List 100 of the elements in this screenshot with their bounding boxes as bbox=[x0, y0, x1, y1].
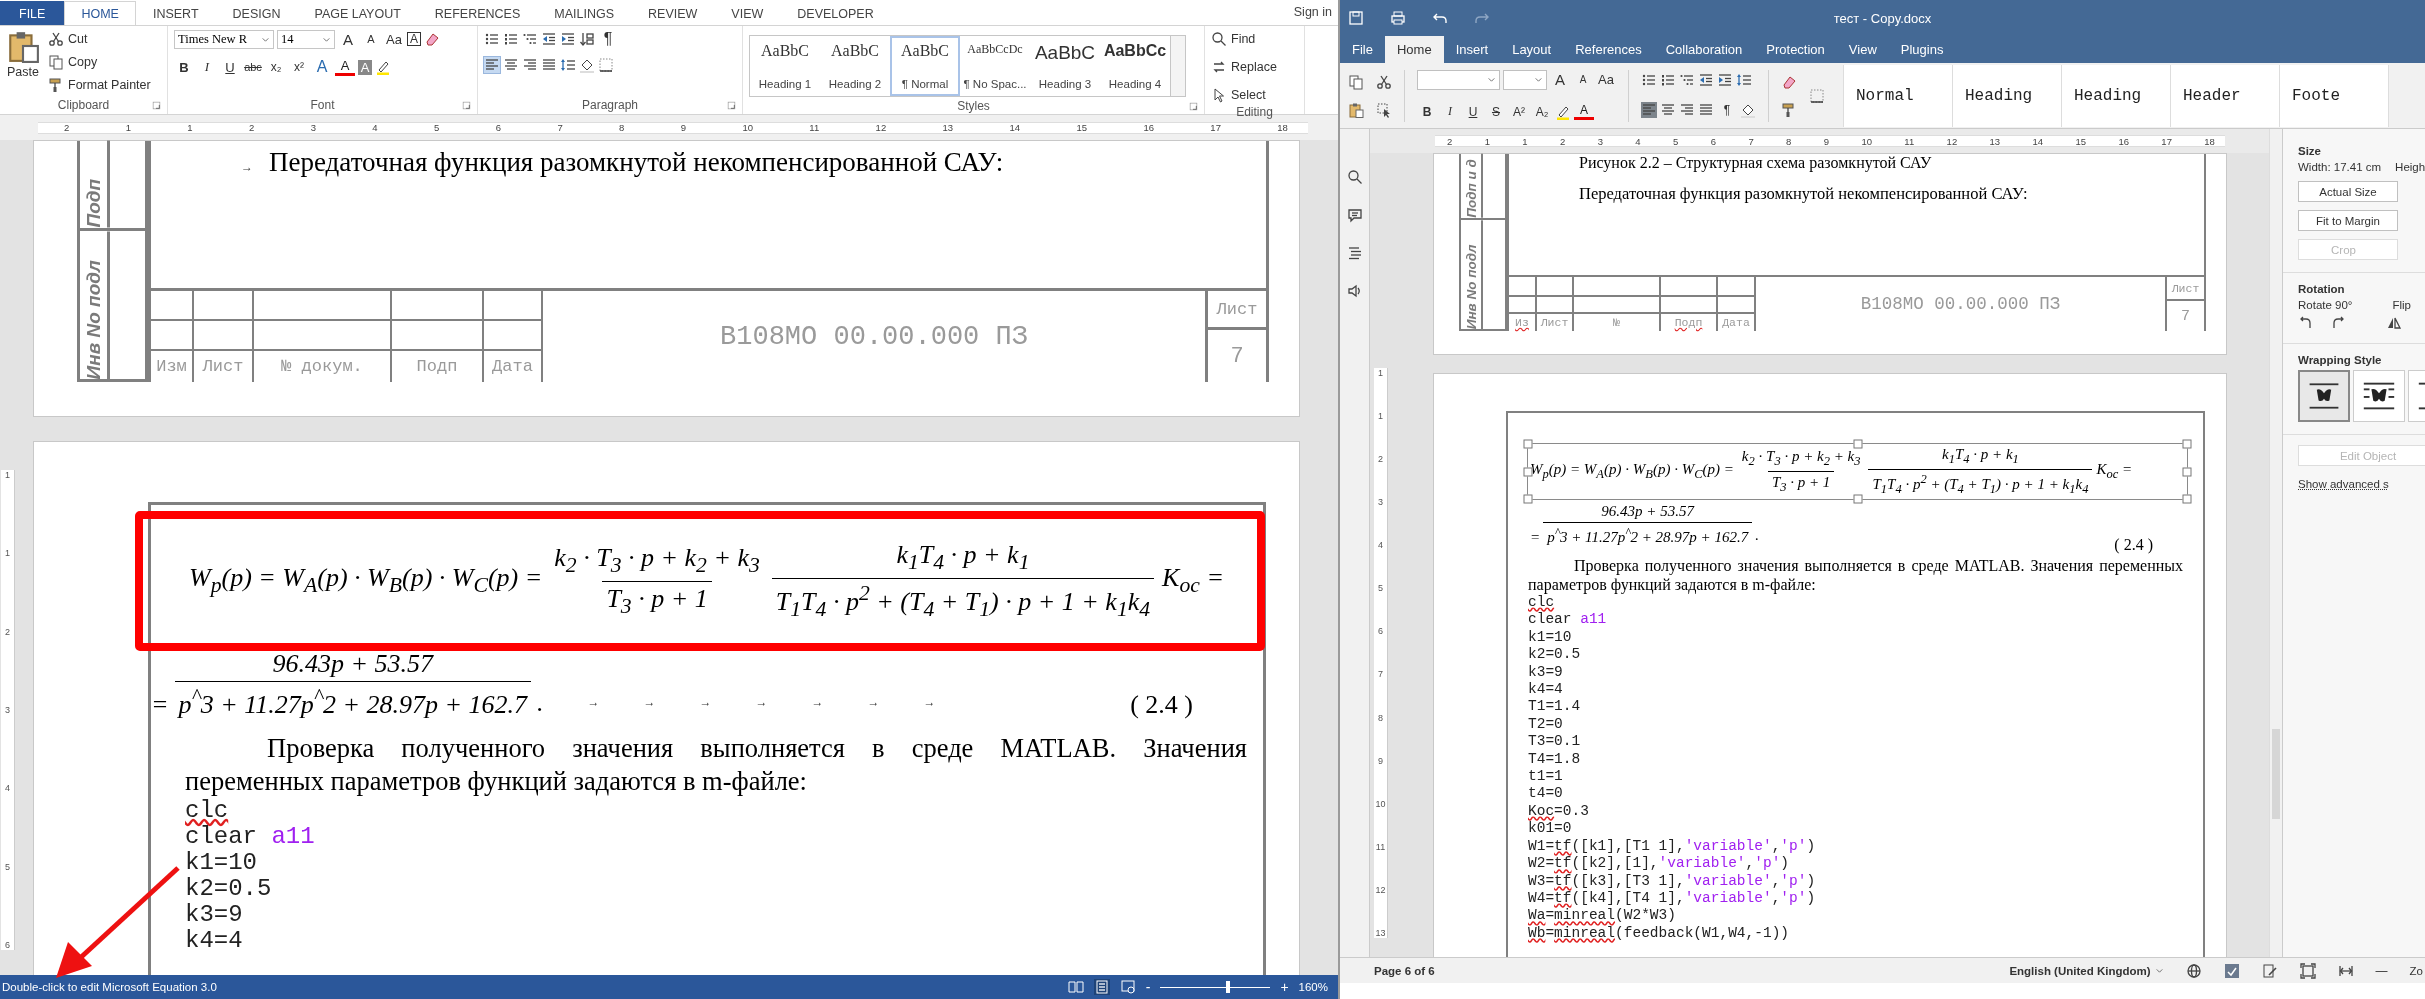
ribbon-tab[interactable]: DEVELOPER bbox=[780, 1, 891, 25]
style-item[interactable]: AaBbC Heading 1 bbox=[750, 36, 820, 96]
wrap-style-icon[interactable] bbox=[2353, 370, 2405, 422]
resize-handle[interactable] bbox=[1523, 494, 1533, 504]
paste-button[interactable]: Paste bbox=[6, 29, 40, 96]
wrap-style-icon[interactable] bbox=[2298, 370, 2350, 422]
shrink-font-button[interactable]: A bbox=[1573, 69, 1593, 90]
advanced-settings-link[interactable]: Show advanced s bbox=[2298, 478, 2425, 490]
font-color-button[interactable]: A bbox=[1574, 103, 1594, 120]
toolbar-tab[interactable]: File bbox=[1340, 36, 1385, 63]
align-left-icon[interactable] bbox=[484, 57, 500, 73]
track-changes-icon[interactable] bbox=[2261, 962, 2278, 979]
style-item[interactable]: AaBbC ¶ Normal bbox=[890, 36, 960, 96]
font-size-field[interactable] bbox=[1503, 69, 1547, 90]
rotate-left-icon[interactable] bbox=[2298, 315, 2314, 331]
highlighter-icon[interactable] bbox=[375, 59, 391, 75]
toolbar-tab[interactable]: Layout bbox=[1500, 36, 1564, 63]
toolbar-tab[interactable]: View bbox=[1836, 36, 1889, 63]
font-family-field[interactable] bbox=[1417, 69, 1500, 90]
toolbar-tab[interactable]: Protection bbox=[1754, 36, 1837, 63]
sort-icon[interactable] bbox=[579, 31, 595, 47]
character-border-button[interactable]: A bbox=[407, 32, 421, 46]
caret-icon[interactable] bbox=[1534, 75, 1543, 84]
show-formatting-button[interactable]: ¶ bbox=[598, 29, 618, 49]
comment-icon[interactable] bbox=[1346, 207, 1363, 223]
shrink-font-button[interactable]: A bbox=[361, 29, 381, 49]
strikethrough-button[interactable]: abc bbox=[243, 57, 263, 77]
speaker-icon[interactable] bbox=[1346, 283, 1363, 299]
resize-handle[interactable] bbox=[2182, 494, 2192, 504]
style-item[interactable]: AaBbC Heading 3 bbox=[1030, 36, 1100, 96]
style-item[interactable]: Normal bbox=[1844, 64, 1953, 127]
resize-handle[interactable] bbox=[1523, 467, 1533, 476]
grow-font-button[interactable]: A bbox=[338, 29, 358, 49]
language-selector[interactable]: English (United Kingdom) bbox=[2009, 964, 2164, 977]
format-painter-button[interactable]: Format Painter bbox=[48, 75, 151, 95]
toolbar-tab[interactable]: Insert bbox=[1443, 36, 1501, 63]
decrease-indent-icon[interactable] bbox=[541, 31, 557, 47]
ribbon-tab[interactable]: VIEW bbox=[714, 1, 781, 25]
resize-handle[interactable] bbox=[1853, 439, 1862, 449]
grow-font-button[interactable]: A bbox=[1550, 69, 1570, 90]
print-layout-icon[interactable] bbox=[1093, 979, 1110, 995]
resize-handle[interactable] bbox=[1853, 494, 1862, 504]
print-icon[interactable] bbox=[1390, 10, 1406, 26]
sign-in-link[interactable]: Sign in bbox=[1287, 5, 1338, 25]
subscript-button[interactable]: x₂ bbox=[266, 57, 286, 77]
style-item[interactable]: Heading bbox=[2062, 64, 2171, 127]
increase-indent-icon[interactable] bbox=[560, 31, 576, 47]
borders-icon[interactable] bbox=[598, 57, 614, 73]
line-spacing-icon[interactable] bbox=[560, 57, 576, 73]
paint-bucket-icon[interactable] bbox=[579, 57, 595, 73]
resize-handle[interactable] bbox=[1523, 439, 1533, 449]
cut-button[interactable]: Cut bbox=[48, 29, 151, 49]
globe-icon[interactable] bbox=[2185, 962, 2202, 979]
underline-button[interactable]: U bbox=[220, 57, 240, 77]
replace-button[interactable]: Replace bbox=[1211, 57, 1298, 77]
multilevel-list-icon[interactable] bbox=[522, 31, 538, 47]
select-all-icon[interactable] bbox=[1376, 101, 1392, 118]
align-center-icon[interactable] bbox=[1660, 101, 1676, 118]
decrease-indent-icon[interactable] bbox=[1698, 71, 1714, 88]
borders-icon[interactable] bbox=[1809, 87, 1825, 104]
style-item[interactable]: Foote bbox=[2280, 64, 2389, 127]
read-mode-icon[interactable] bbox=[1067, 979, 1084, 995]
subscript-button[interactable]: A₂ bbox=[1532, 101, 1552, 122]
zoom-out-button[interactable]: - bbox=[1145, 979, 1151, 995]
justify-icon[interactable] bbox=[1698, 101, 1714, 118]
navigation-icon[interactable] bbox=[1346, 245, 1363, 261]
search-icon[interactable] bbox=[1346, 169, 1363, 185]
slider-thumb[interactable] bbox=[1226, 981, 1231, 993]
style-item[interactable]: AaBbC Heading 2 bbox=[820, 36, 890, 96]
copy-icon[interactable] bbox=[1348, 73, 1364, 90]
ribbon-tab[interactable]: DESIGN bbox=[215, 1, 298, 25]
bullet-list-icon[interactable] bbox=[484, 31, 500, 47]
bold-button[interactable]: B bbox=[1417, 101, 1437, 122]
align-right-icon[interactable] bbox=[1679, 101, 1695, 118]
align-left-icon[interactable] bbox=[1641, 101, 1657, 118]
ribbon-tab[interactable]: FILE bbox=[0, 1, 65, 25]
horizontal-ruler[interactable]: 2 1 1 2 3 4 5 6 7 8 9 10 11 12 13 14 15 16 17 18 bbox=[38, 121, 1308, 134]
bold-button[interactable]: B bbox=[174, 57, 194, 77]
actual-size-button[interactable]: Actual Size bbox=[2298, 181, 2398, 202]
scrollbar[interactable] bbox=[2269, 129, 2282, 957]
resize-handle[interactable] bbox=[2182, 439, 2192, 449]
italic-button[interactable]: I bbox=[197, 57, 217, 77]
toolbar-tab[interactable]: References bbox=[1563, 36, 1654, 63]
flip-horizontal-icon[interactable] bbox=[2386, 315, 2402, 331]
zoom-in-button[interactable]: + bbox=[1280, 979, 1289, 995]
justify-icon[interactable] bbox=[541, 57, 557, 73]
spellcheck-icon[interactable] bbox=[2223, 962, 2240, 979]
dialog-launcher-icon[interactable] bbox=[152, 101, 161, 110]
select-button[interactable]: Select bbox=[1211, 85, 1298, 105]
style-item[interactable]: AaBbCcDc ¶ No Spac... bbox=[960, 36, 1030, 96]
zoom-level[interactable]: 160% bbox=[1298, 981, 1328, 993]
web-layout-icon[interactable] bbox=[1119, 979, 1136, 995]
text-effects-button[interactable]: A bbox=[312, 57, 332, 77]
save-icon[interactable] bbox=[1348, 10, 1364, 26]
change-case-button[interactable]: Aa bbox=[1596, 69, 1616, 90]
ribbon-tab[interactable]: REVIEW bbox=[631, 1, 715, 25]
font-color-button[interactable]: A bbox=[335, 58, 355, 76]
style-item[interactable]: Header bbox=[2171, 64, 2280, 127]
ribbon-tab[interactable]: PAGE LAYOUT bbox=[297, 1, 418, 25]
dialog-launcher-icon[interactable] bbox=[727, 101, 736, 110]
